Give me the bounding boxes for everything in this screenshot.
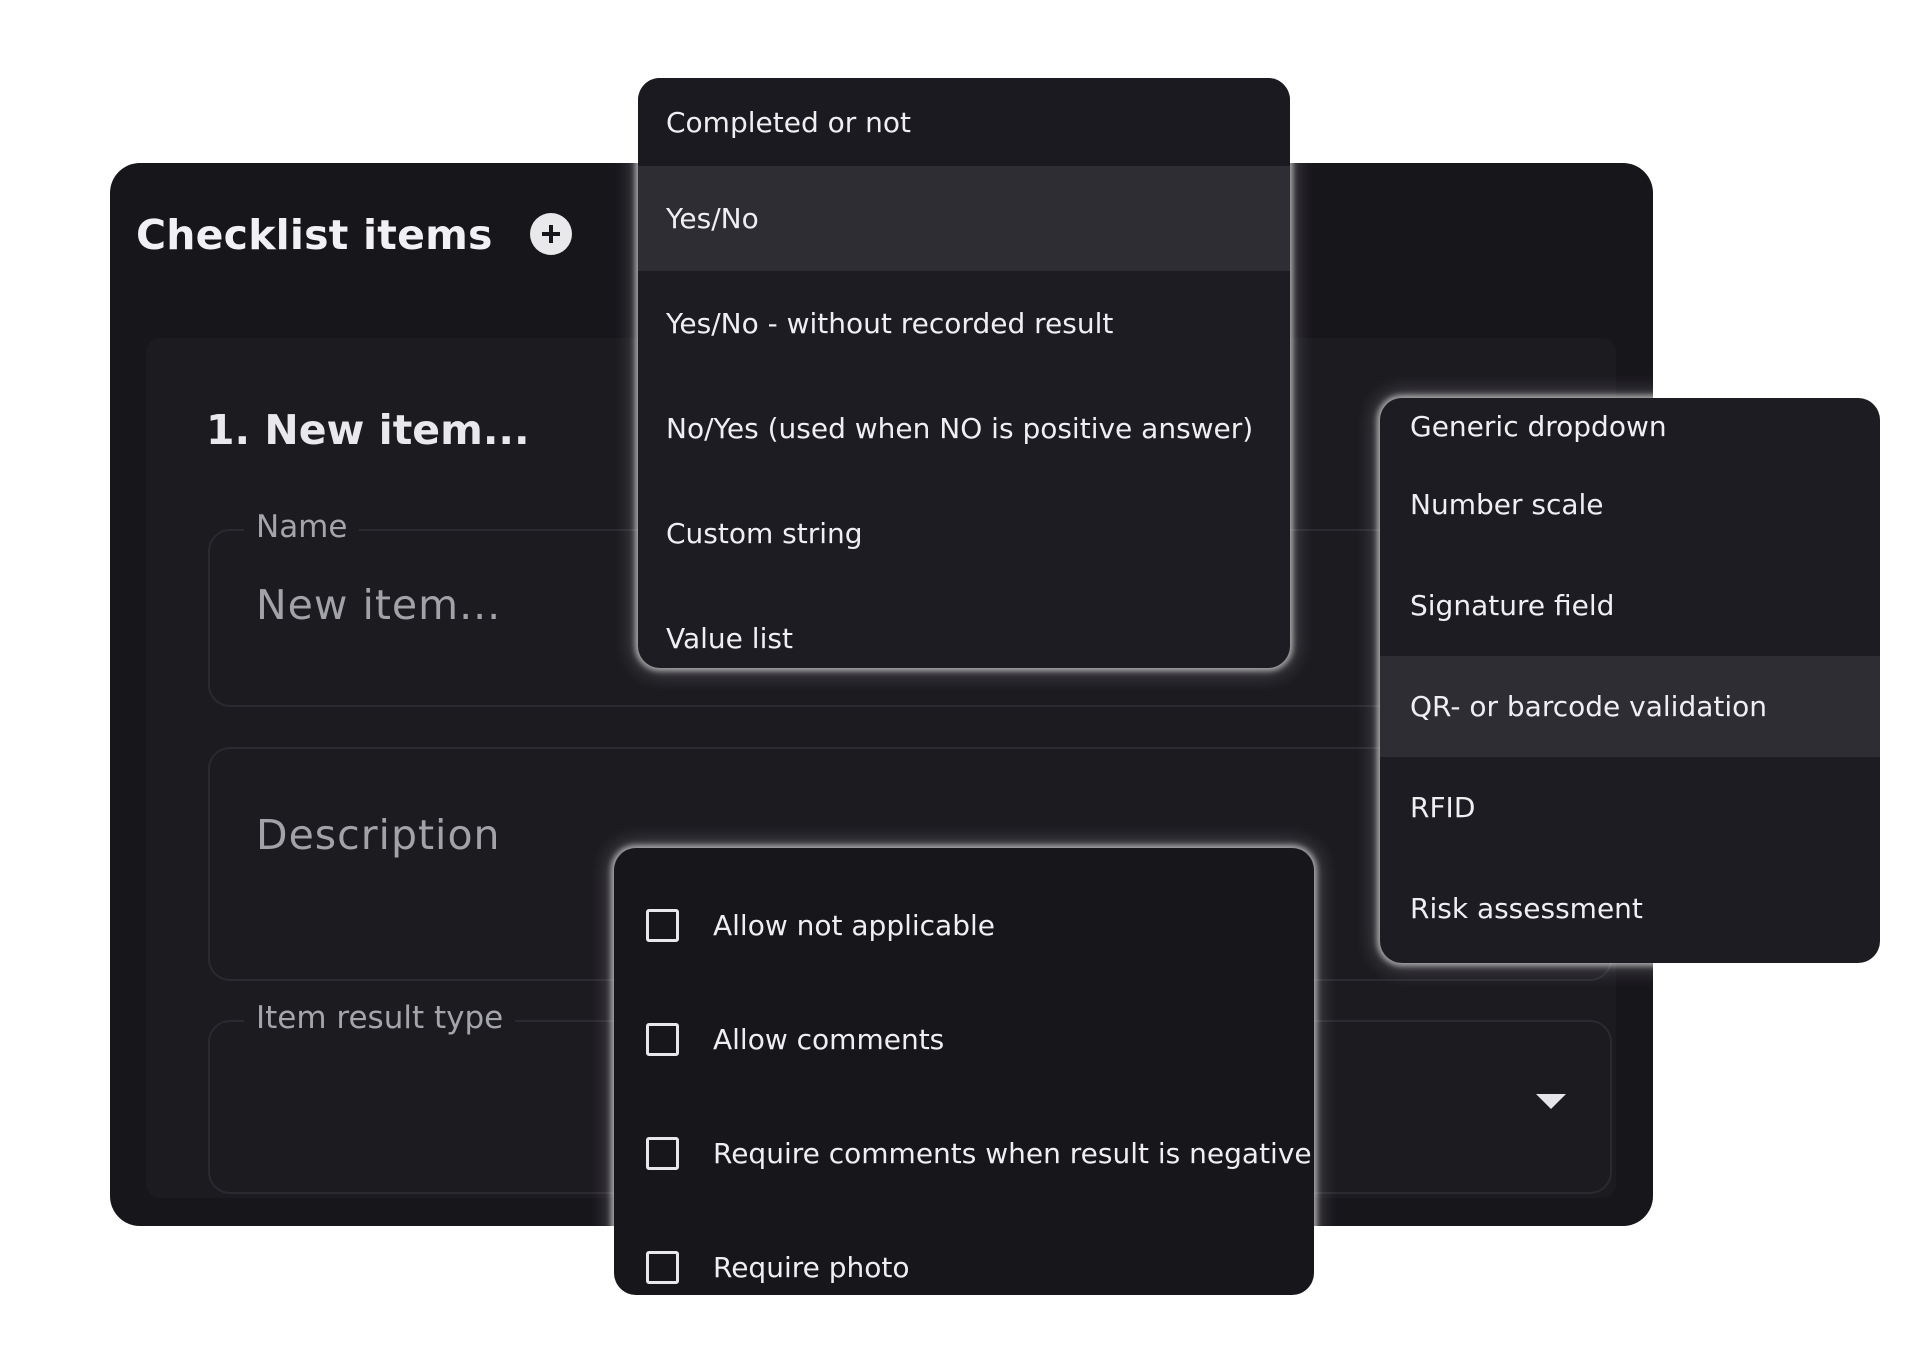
plus-circle-icon xyxy=(542,225,560,243)
checkbox-label: Allow comments xyxy=(713,1022,945,1056)
menu-option-highlighted[interactable]: QR- or barcode validation xyxy=(1380,656,1880,757)
menu-option[interactable]: Yes/No - without recorded result xyxy=(638,271,1290,376)
caret-down-icon[interactable] xyxy=(1536,1094,1566,1109)
item-title: 1. New item... xyxy=(206,406,530,454)
menu-option[interactable]: Risk assessment xyxy=(1380,858,1880,959)
menu-option-highlighted[interactable]: Yes/No xyxy=(638,166,1290,271)
item-options-menu: Allow not applicable Allow comments Requ… xyxy=(614,848,1314,1295)
checkbox-row[interactable]: Allow comments xyxy=(614,982,1314,1096)
menu-option[interactable]: Number scale xyxy=(1380,454,1880,555)
checkbox[interactable] xyxy=(646,1022,679,1056)
menu-option[interactable]: Generic dropdown xyxy=(1380,398,1880,454)
checkbox-row[interactable]: Require photo xyxy=(614,1210,1314,1295)
menu-option[interactable]: Completed or not xyxy=(638,78,1290,166)
result-type-menu: Completed or not Yes/No Yes/No - without… xyxy=(638,78,1290,668)
menu-option[interactable]: No/Yes (used when NO is positive answer) xyxy=(638,376,1290,481)
checkbox-row[interactable]: Require comments when result is negative xyxy=(614,1096,1314,1210)
card-title: Checklist items xyxy=(136,211,493,259)
menu-option[interactable]: Custom string xyxy=(638,481,1290,586)
checkbox[interactable] xyxy=(646,1136,679,1170)
more-types-menu: Generic dropdown Number scale Signature … xyxy=(1380,398,1880,963)
checkbox[interactable] xyxy=(646,1250,679,1284)
menu-option[interactable]: Signature field xyxy=(1380,555,1880,656)
checkbox[interactable] xyxy=(646,908,679,942)
name-value[interactable]: New item... xyxy=(256,581,501,629)
name-label: Name xyxy=(244,509,360,545)
result-type-label: Item result type xyxy=(244,1000,516,1036)
checkbox-row[interactable]: Allow not applicable xyxy=(614,868,1314,982)
description-placeholder[interactable]: Description xyxy=(256,811,501,859)
checkbox-label: Require photo xyxy=(713,1250,910,1284)
checkbox-label: Require comments when result is negative xyxy=(713,1136,1312,1170)
add-item-button[interactable] xyxy=(530,213,572,255)
menu-option[interactable]: RFID xyxy=(1380,757,1880,858)
menu-option[interactable]: Value list xyxy=(638,586,1290,668)
checkbox-label: Allow not applicable xyxy=(713,908,995,942)
